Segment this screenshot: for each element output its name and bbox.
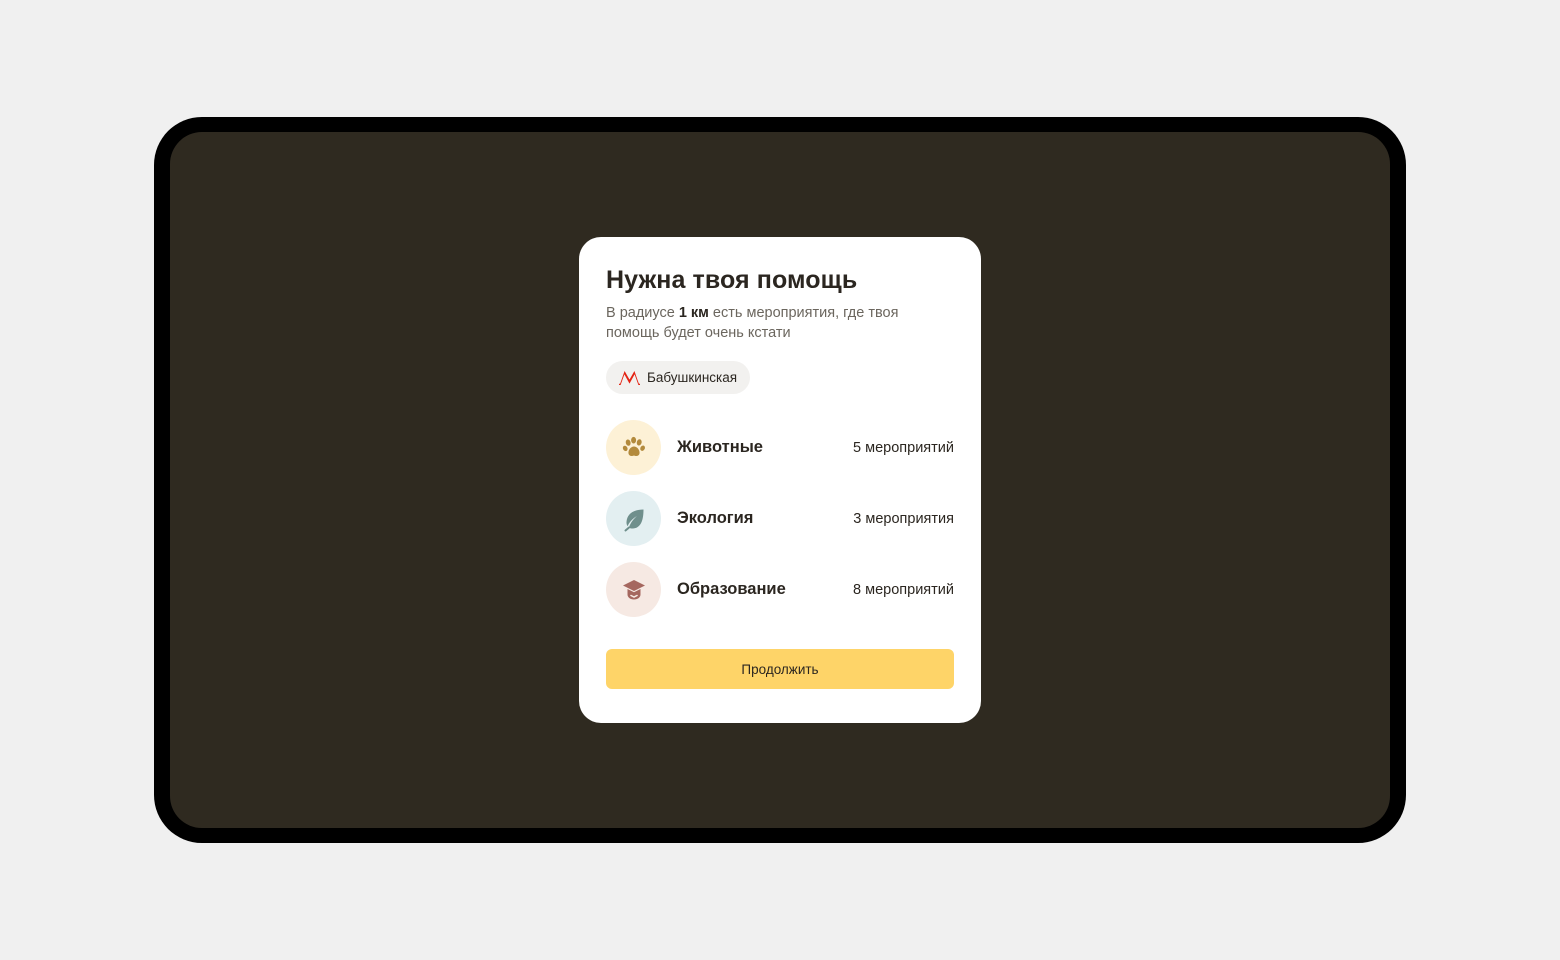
modal-title: Нужна твоя помощь bbox=[606, 266, 858, 294]
description-distance: 1 км bbox=[678, 305, 709, 321]
category-row-ecology[interactable]: Экология 3 мероприятия bbox=[606, 491, 954, 546]
metro-station-chip[interactable]: Бабушкинская bbox=[606, 361, 751, 394]
category-count: 3 мероприятия bbox=[853, 510, 954, 527]
category-icon-circle bbox=[606, 491, 661, 546]
device-screen: Нужна твоя помощь В радиусе 1 км есть ме… bbox=[170, 132, 1390, 828]
category-label: Образование bbox=[677, 580, 786, 598]
help-modal: Нужна твоя помощь В радиусе 1 км есть ме… bbox=[579, 237, 981, 723]
graduation-cap-icon bbox=[622, 579, 645, 599]
category-row-animals[interactable]: Животные 5 мероприятий bbox=[606, 420, 954, 475]
leaf-icon bbox=[624, 509, 643, 531]
device-frame: Нужна твоя помощь В радиусе 1 км есть ме… bbox=[154, 117, 1406, 843]
category-row-education[interactable]: Образование 8 мероприятий bbox=[606, 562, 954, 617]
metro-station-label: Бабушкинская bbox=[647, 370, 738, 385]
continue-button[interactable]: Продолжить bbox=[606, 649, 954, 689]
category-icon-circle bbox=[606, 562, 661, 617]
category-label: Животные bbox=[677, 438, 763, 456]
category-label: Экология bbox=[677, 509, 754, 527]
description-prefix: В радиусе bbox=[606, 305, 679, 321]
category-count: 5 мероприятий bbox=[853, 439, 954, 456]
category-count: 8 мероприятий bbox=[853, 581, 954, 598]
category-icon-circle bbox=[606, 420, 661, 475]
modal-description: В радиусе 1 км есть мероприятия, где тво… bbox=[606, 303, 946, 343]
category-list: Животные 5 мероприятий Экология 3 меропр… bbox=[606, 420, 954, 617]
paw-icon bbox=[622, 436, 645, 456]
metro-icon bbox=[619, 370, 640, 385]
